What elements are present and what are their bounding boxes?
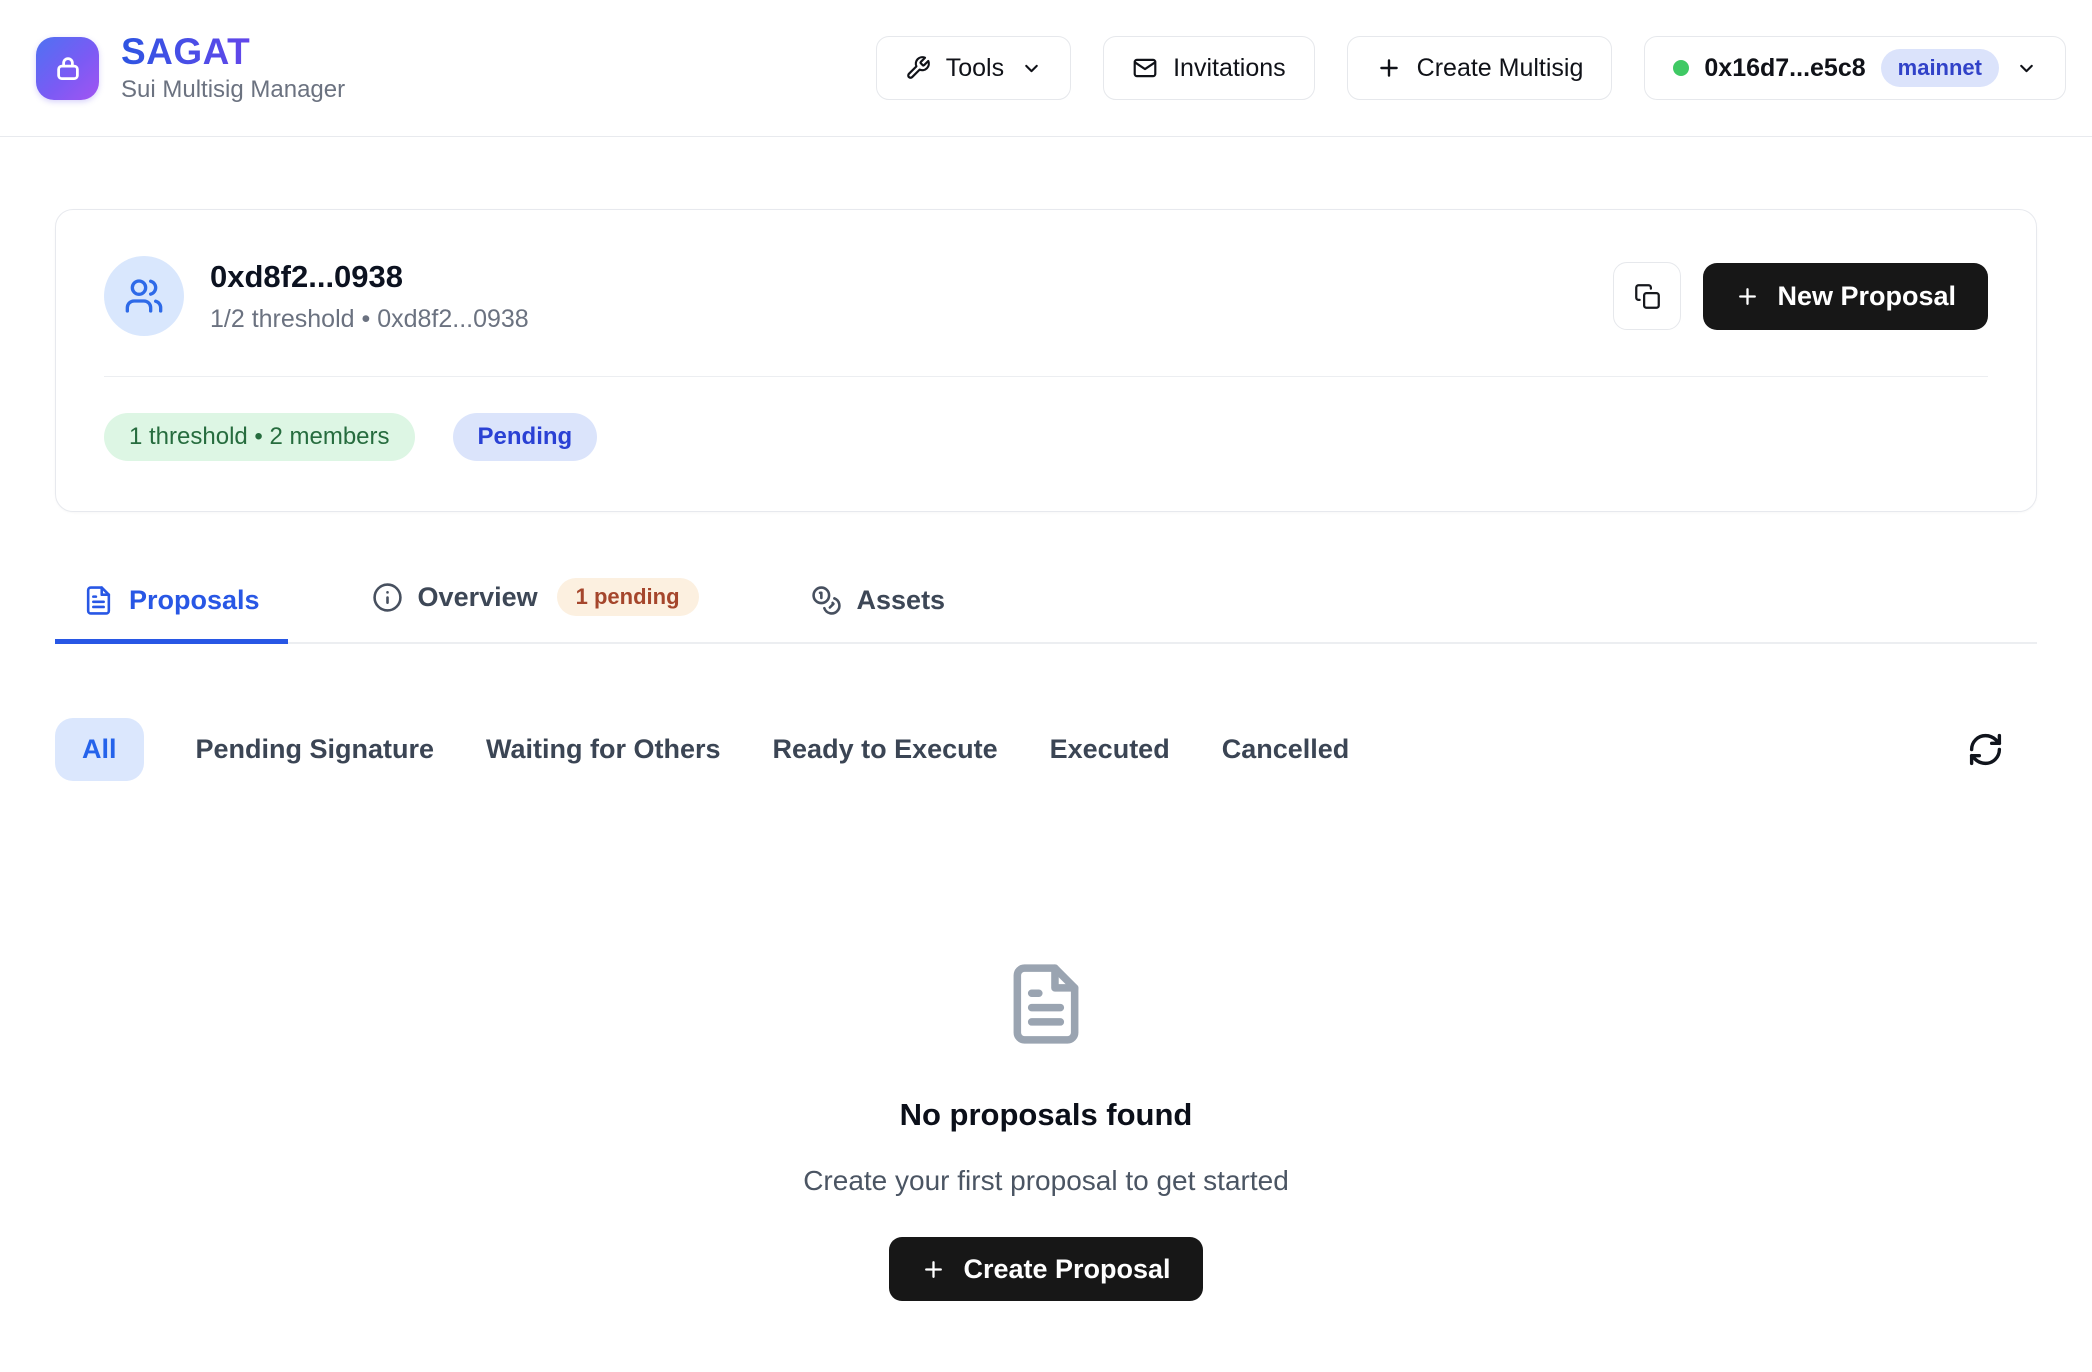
wrench-icon xyxy=(905,55,931,81)
status-badge: Pending xyxy=(453,413,598,461)
tab-assets-label: Assets xyxy=(857,585,946,616)
tab-proposals[interactable]: Proposals xyxy=(55,583,288,644)
plus-icon xyxy=(1376,55,1402,81)
lock-icon xyxy=(53,53,83,83)
create-proposal-button[interactable]: Create Proposal xyxy=(889,1237,1202,1301)
empty-state-title: No proposals found xyxy=(900,1097,1193,1133)
filter-ready-to-execute[interactable]: Ready to Execute xyxy=(773,734,998,765)
multisig-subtitle: 1/2 threshold • 0xd8f2...0938 xyxy=(210,305,529,334)
wallet-status-dot xyxy=(1673,60,1689,76)
multisig-avatar xyxy=(104,256,184,336)
wallet-address: 0x16d7...e5c8 xyxy=(1704,54,1865,83)
tab-assets[interactable]: Assets xyxy=(783,583,974,644)
header-actions: Tools Invitations Create Multisig 0x16d7… xyxy=(876,36,2066,100)
create-multisig-label: Create Multisig xyxy=(1417,54,1584,83)
chevron-down-icon xyxy=(2016,58,2037,79)
invitations-label: Invitations xyxy=(1173,54,1286,83)
app-header: SAGAT Sui Multisig Manager Tools Invitat… xyxy=(0,0,2092,137)
tools-button[interactable]: Tools xyxy=(876,36,1071,100)
refresh-button[interactable] xyxy=(1963,728,2007,772)
new-proposal-label: New Proposal xyxy=(1777,281,1956,312)
filter-waiting-for-others[interactable]: Waiting for Others xyxy=(486,734,721,765)
membership-badge: 1 threshold • 2 members xyxy=(104,413,415,461)
tab-bar: Proposals Overview 1 pending Assets xyxy=(55,576,2037,644)
filter-all[interactable]: All xyxy=(55,718,144,781)
multisig-identity: 0xd8f2...0938 1/2 threshold • 0xd8f2...0… xyxy=(104,256,529,336)
network-badge: mainnet xyxy=(1881,49,1999,87)
plus-icon xyxy=(1735,284,1760,309)
pending-count-badge: 1 pending xyxy=(557,578,699,616)
brand-tagline: Sui Multisig Manager xyxy=(121,76,345,104)
chevron-down-icon xyxy=(1021,58,1042,79)
mail-icon xyxy=(1132,55,1158,81)
info-icon xyxy=(372,582,403,613)
main-content: 0xd8f2...0938 1/2 threshold • 0xd8f2...0… xyxy=(0,209,2092,1301)
brand-name: SAGAT xyxy=(121,32,345,73)
badge-row: 1 threshold • 2 members Pending xyxy=(104,413,1988,461)
empty-state: No proposals found Create your first pro… xyxy=(55,961,2037,1301)
users-icon xyxy=(124,276,164,316)
card-divider xyxy=(104,376,1988,377)
create-proposal-label: Create Proposal xyxy=(963,1254,1170,1285)
new-proposal-button[interactable]: New Proposal xyxy=(1703,263,1988,330)
wallet-button[interactable]: 0x16d7...e5c8 mainnet xyxy=(1644,36,2066,100)
multisig-card-header: 0xd8f2...0938 1/2 threshold • 0xd8f2...0… xyxy=(104,256,1988,336)
filter-pending-signature[interactable]: Pending Signature xyxy=(196,734,435,765)
filter-executed[interactable]: Executed xyxy=(1050,734,1170,765)
brand[interactable]: SAGAT Sui Multisig Manager xyxy=(36,32,345,105)
refresh-icon xyxy=(1967,731,2004,768)
tools-label: Tools xyxy=(946,54,1004,83)
tab-overview-label: Overview xyxy=(418,582,538,613)
brand-logo xyxy=(36,37,99,100)
multisig-card: 0xd8f2...0938 1/2 threshold • 0xd8f2...0… xyxy=(55,209,2037,512)
multisig-actions: New Proposal xyxy=(1613,262,1988,330)
create-multisig-button[interactable]: Create Multisig xyxy=(1347,36,1613,100)
invitations-button[interactable]: Invitations xyxy=(1103,36,1315,100)
brand-text: SAGAT Sui Multisig Manager xyxy=(121,32,345,105)
tab-overview[interactable]: Overview 1 pending xyxy=(344,576,727,644)
multisig-title: 0xd8f2...0938 xyxy=(210,259,529,295)
tab-proposals-label: Proposals xyxy=(129,585,260,616)
file-text-icon xyxy=(83,585,114,616)
copy-address-button[interactable] xyxy=(1613,262,1681,330)
filter-cancelled[interactable]: Cancelled xyxy=(1222,734,1350,765)
proposal-filters: All Pending Signature Waiting for Others… xyxy=(55,718,2037,781)
copy-icon xyxy=(1634,283,1661,310)
multisig-titles: 0xd8f2...0938 1/2 threshold • 0xd8f2...0… xyxy=(210,259,529,334)
plus-icon xyxy=(921,1257,946,1282)
empty-state-subtitle: Create your first proposal to get starte… xyxy=(803,1165,1289,1197)
file-text-icon xyxy=(1003,961,1089,1047)
coins-icon xyxy=(811,585,842,616)
